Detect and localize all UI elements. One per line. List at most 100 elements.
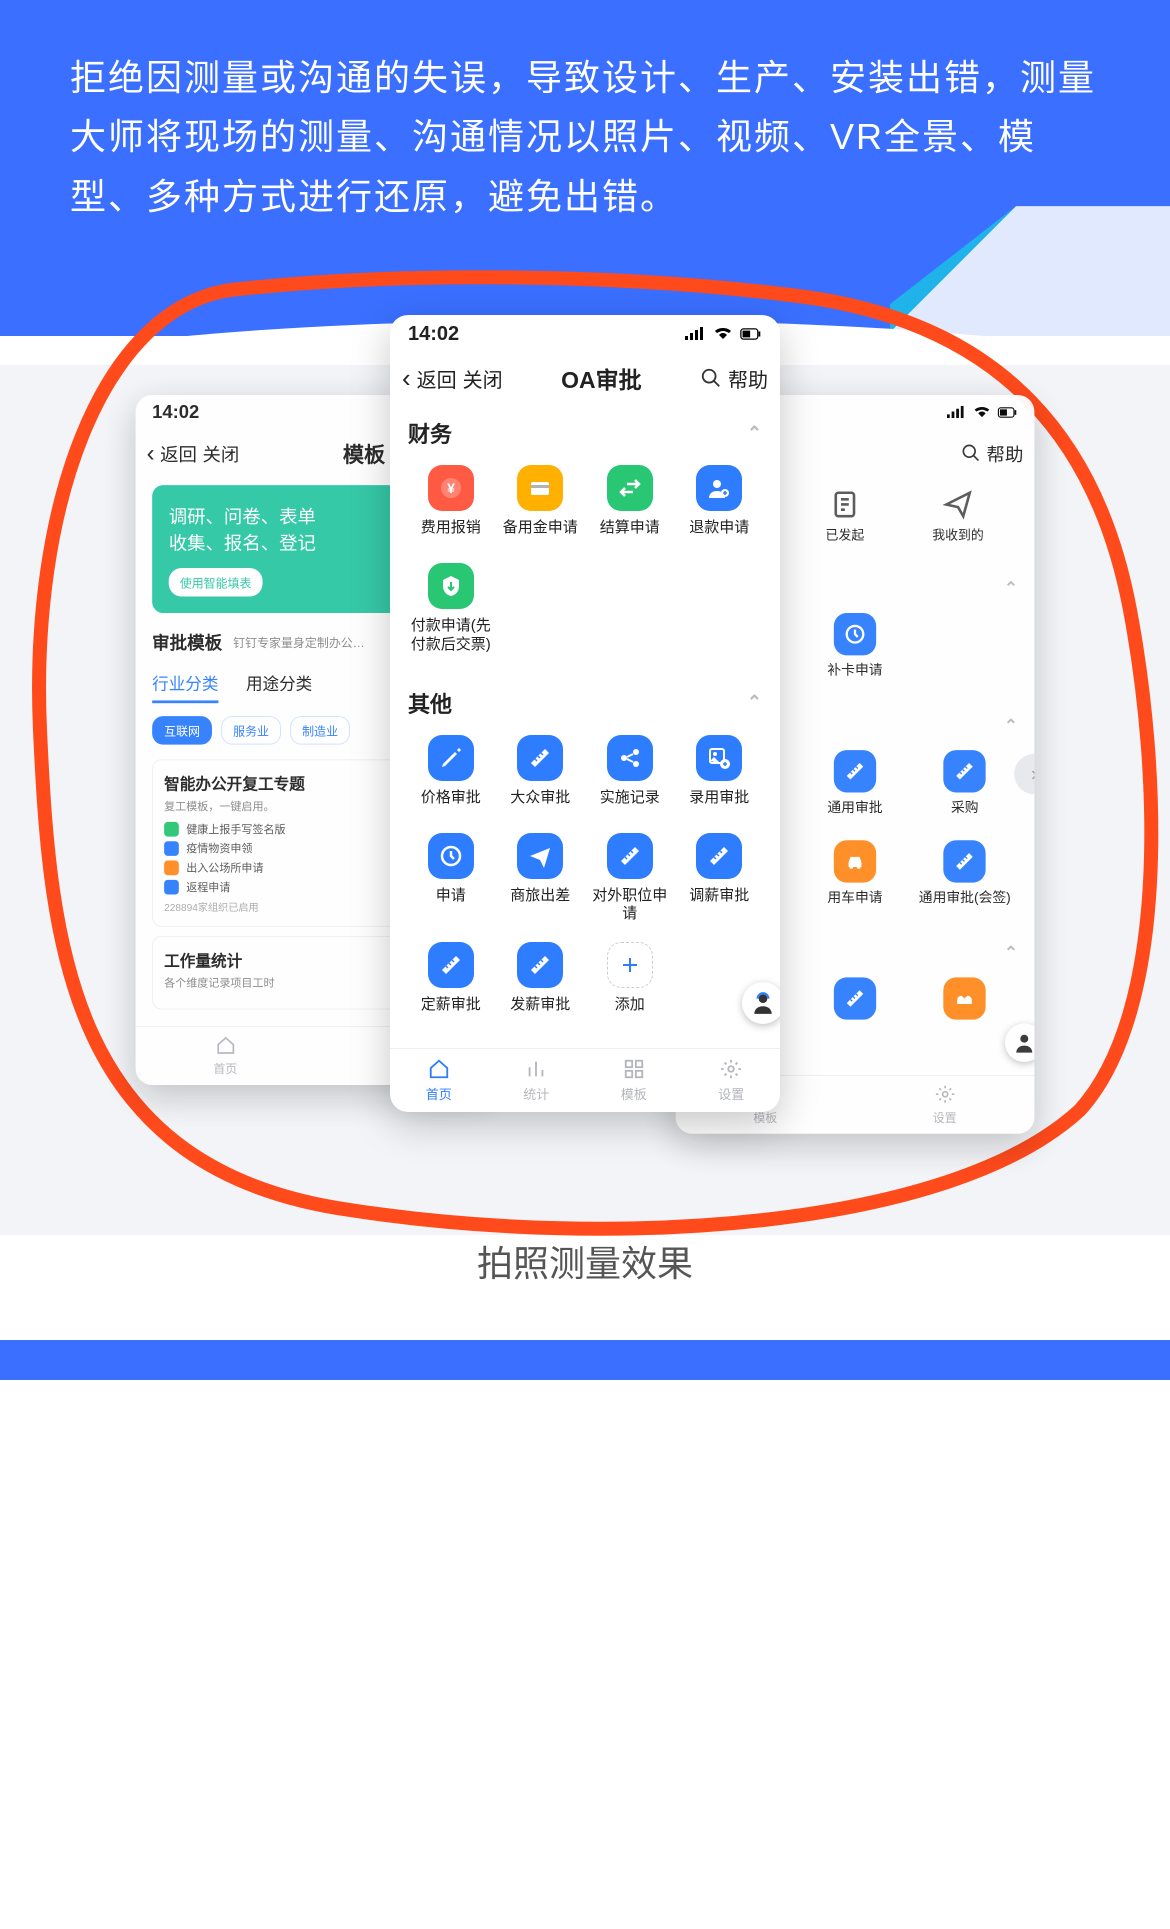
support-bubble[interactable] [742, 982, 780, 1024]
help-button[interactable]: 帮助 [728, 364, 768, 393]
chevron-up-icon: ⌃ [747, 423, 762, 444]
app-定薪审批[interactable]: 定薪审批 [408, 942, 494, 1022]
close-button[interactable]: 关闭 [202, 440, 239, 467]
back-button[interactable]: 返回 [417, 364, 457, 393]
imgplus-icon [696, 735, 742, 781]
app-label: 商旅出差 [510, 887, 570, 906]
ruler-icon [944, 750, 986, 792]
app-用车申请[interactable]: 用车申请 [802, 840, 908, 914]
app-付款申请(先付款后交票)[interactable]: 付款申请(先付款后交票) [408, 563, 494, 655]
ruler-icon [944, 840, 986, 882]
clock-icon [428, 833, 474, 879]
app-调薪审批[interactable]: 调薪审批 [677, 833, 763, 925]
app-通用审批(会签)[interactable]: 通用审批(会签) [912, 840, 1018, 914]
chevron-up-icon: ⌃ [747, 692, 762, 713]
tab-统计[interactable]: 统计 [488, 1049, 586, 1112]
tab-设置[interactable]: 设置 [683, 1049, 781, 1112]
app-[interactable] [912, 977, 1018, 1051]
app-label: 结算申请 [600, 519, 660, 538]
swap-icon [607, 465, 653, 511]
app-添加[interactable]: 添加 [587, 942, 673, 1022]
app-label: 对外职位申请 [587, 887, 673, 925]
app-label: 补卡申请 [827, 663, 882, 680]
ruler-icon [834, 977, 876, 1019]
yen-icon: ¥ [428, 465, 474, 511]
back-icon[interactable]: ‹ [147, 439, 155, 468]
tab-模板[interactable]: 模板 [585, 1049, 683, 1112]
app-label: 实施记录 [600, 789, 660, 808]
clock-icon [834, 613, 876, 655]
tab-industry[interactable]: 行业分类 [152, 665, 218, 703]
ruler-icon [696, 833, 742, 879]
search-icon[interactable] [961, 443, 981, 463]
section-title: 财务 [408, 417, 452, 449]
action-我收到的[interactable]: 我收到的 [932, 489, 984, 563]
app-费用报销[interactable]: ¥费用报销 [408, 465, 494, 545]
app-对外职位申请[interactable]: 对外职位申请 [587, 833, 673, 925]
app-label: 调薪审批 [689, 887, 749, 906]
app-申请[interactable]: 申请 [408, 833, 494, 925]
app-实施记录[interactable]: 实施记录 [587, 735, 673, 815]
tab-home[interactable]: 首页 [136, 1027, 315, 1085]
app-价格审批[interactable]: 价格审批 [408, 735, 494, 815]
share-icon [607, 735, 653, 781]
search-icon[interactable] [700, 367, 722, 389]
card1-sub: 复工模板，一键启用。 [164, 798, 420, 814]
help-button[interactable]: 帮助 [987, 440, 1024, 467]
back-icon[interactable]: ‹ [402, 363, 411, 394]
tag-icon [428, 563, 474, 609]
status-icons [684, 326, 762, 342]
app-录用审批[interactable]: 录用审批 [677, 735, 763, 815]
status-icons [946, 405, 1018, 420]
card1-tiny: 228894家组织已启用 [164, 900, 420, 915]
close-button[interactable]: 关闭 [463, 364, 503, 393]
app-采购[interactable]: 采购 [912, 750, 1018, 824]
ruler-icon [517, 735, 563, 781]
section-title: 其他 [408, 687, 452, 719]
app-label: 定薪审批 [421, 996, 481, 1015]
app-label: 用车申请 [827, 890, 882, 907]
hero-banner: 拒绝因测量或沟通的失误，导致设计、生产、安装出错，测量大师将现场的测量、沟通情况… [0, 0, 1170, 336]
app-[interactable] [802, 977, 908, 1051]
doc-icon [829, 489, 860, 520]
app-退款申请[interactable]: 退款申请 [677, 465, 763, 545]
tab-usage[interactable]: 用途分类 [246, 665, 312, 703]
app-补卡申请[interactable]: 补卡申请 [802, 613, 908, 687]
app-label: 录用审批 [689, 789, 749, 808]
svg-text:¥: ¥ [447, 480, 455, 496]
section-other[interactable]: 其他 ⌃ [408, 673, 762, 727]
ruler-icon [428, 942, 474, 988]
card1-line4: 返程申请 [186, 879, 230, 895]
app-大众审批[interactable]: 大众审批 [498, 735, 584, 815]
chip-manufacture[interactable]: 制造业 [290, 716, 350, 745]
ruler-icon [607, 833, 653, 879]
card-icon [517, 465, 563, 511]
section-finance[interactable]: 财务 ⌃ [408, 403, 762, 457]
action-已发起[interactable]: 已发起 [826, 489, 865, 563]
templates-sub: 钉钉专家量身定制办公… [233, 633, 365, 650]
tab-设置[interactable]: 设置 [855, 1076, 1034, 1134]
app-发薪审批[interactable]: 发薪审批 [498, 942, 584, 1022]
app-通用审批[interactable]: 通用审批 [802, 750, 908, 824]
card1-line2: 疫情物资申领 [186, 840, 252, 856]
survey-pill[interactable]: 使用智能填表 [169, 568, 263, 597]
chevron-up-icon: ⌃ [1004, 943, 1018, 962]
plus-icon [607, 942, 653, 988]
ruler-icon [834, 750, 876, 792]
app-label: 采购 [951, 800, 979, 817]
template-card-3[interactable]: 工作量统计 各个维度记录项目工时 [152, 936, 429, 1010]
app-label: 退款申请 [689, 519, 749, 538]
app-商旅出差[interactable]: 商旅出差 [498, 833, 584, 925]
hands-icon [944, 977, 986, 1019]
nav-bar: ‹ 返回 关闭 OA审批 帮助 [390, 353, 780, 403]
tab-首页[interactable]: 首页 [390, 1049, 488, 1112]
app-备用金申请[interactable]: 备用金申请 [498, 465, 584, 545]
status-time: 14:02 [408, 323, 459, 346]
app-结算申请[interactable]: 结算申请 [587, 465, 673, 545]
plane-icon [517, 833, 563, 879]
chevron-up-icon: ⌃ [1004, 579, 1018, 598]
chip-internet[interactable]: 互联网 [152, 716, 212, 745]
chip-service[interactable]: 服务业 [221, 716, 281, 745]
back-button[interactable]: 返回 [160, 440, 197, 467]
app-label: 大众审批 [510, 789, 570, 808]
